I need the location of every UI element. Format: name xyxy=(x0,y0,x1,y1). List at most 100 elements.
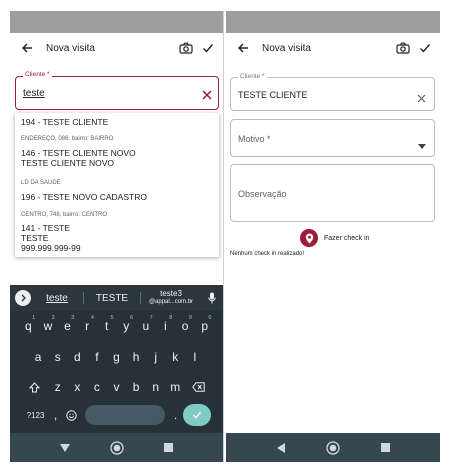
key-h[interactable]: h xyxy=(126,345,146,369)
confirm-button[interactable] xyxy=(197,42,219,54)
key-s[interactable]: s xyxy=(48,345,68,369)
motivo-select[interactable]: Motivo * xyxy=(230,119,435,157)
key-row-3: z x c v b n m xyxy=(10,375,223,399)
key-v[interactable]: v xyxy=(107,375,127,399)
nav-back-icon[interactable] xyxy=(276,442,285,453)
cliente-field[interactable]: Cliente * TESTE CLIENTE xyxy=(230,73,435,111)
key-l[interactable]: l xyxy=(185,345,205,369)
camera-button[interactable] xyxy=(392,42,414,54)
key-char: i xyxy=(164,319,167,333)
page-title: Nova visita xyxy=(262,42,311,54)
nav-back-icon[interactable] xyxy=(60,443,70,452)
shift-icon xyxy=(29,381,41,392)
key-char: r xyxy=(85,319,90,333)
symbols-key[interactable]: ?123 xyxy=(23,403,49,427)
item-title: 196 - TESTE NOVO CADASTRO xyxy=(21,192,147,202)
close-icon xyxy=(202,90,212,100)
item-address: LD DA SAUDE xyxy=(21,180,61,186)
key-c[interactable]: c xyxy=(87,375,107,399)
key-w[interactable]: w2 xyxy=(38,314,58,338)
shift-key[interactable] xyxy=(22,375,48,399)
key-r[interactable]: r4 xyxy=(77,314,97,338)
key-t[interactable]: t5 xyxy=(97,314,117,338)
nav-home-icon[interactable] xyxy=(325,440,340,455)
key-k[interactable]: k xyxy=(165,345,185,369)
key-row-1: q1 w2 e3 r4 t5 y6 u7 i8 o9 p0 xyxy=(10,314,223,338)
clear-button[interactable] xyxy=(202,87,212,105)
comma-key[interactable]: , xyxy=(49,403,63,427)
key-b[interactable]: b xyxy=(126,375,146,399)
system-nav-bar xyxy=(226,433,440,462)
key-char: e xyxy=(64,319,71,333)
key-hint: 8 xyxy=(169,315,173,321)
key-hint: 5 xyxy=(110,315,114,321)
location-pin-icon xyxy=(300,229,318,247)
app-bar: Nova visita xyxy=(10,33,223,63)
camera-icon xyxy=(396,42,410,54)
status-bar xyxy=(10,11,223,33)
mic-icon xyxy=(208,292,216,304)
key-m[interactable]: m xyxy=(165,375,185,399)
backspace-key[interactable] xyxy=(185,375,211,399)
nav-recents-icon[interactable] xyxy=(164,443,173,452)
cliente-input[interactable]: teste xyxy=(23,88,45,99)
key-i[interactable]: i8 xyxy=(156,314,176,338)
back-button[interactable] xyxy=(10,42,44,54)
cliente-field[interactable]: Cliente * teste xyxy=(15,71,219,110)
soft-keyboard: teste TESTE teste3 @appal...com.br q1 w2… xyxy=(10,285,223,433)
list-item[interactable]: LD DA SAUDE 196 - TESTE NOVO CADASTRO xyxy=(21,179,215,202)
no-checkin-message: Nenhum check in realizado! xyxy=(230,251,305,257)
system-nav-bar xyxy=(10,433,223,462)
key-hint: 7 xyxy=(149,315,153,321)
check-icon xyxy=(203,44,214,53)
checkin-label: Fazer check in xyxy=(324,234,370,242)
nav-recents-icon[interactable] xyxy=(380,443,390,452)
confirm-button[interactable] xyxy=(414,42,436,54)
key-hint: 3 xyxy=(71,315,75,321)
key-u[interactable]: u7 xyxy=(136,314,156,338)
key-hint: 2 xyxy=(51,315,55,321)
list-item[interactable]: ENDEREÇO, 086, bairro: BAIRRO 146 - TEST… xyxy=(21,135,215,168)
list-item[interactable]: CENTRO, 748, bairro: CENTRO 141 - TESTE … xyxy=(21,211,215,253)
key-row-4: ?123 , . xyxy=(10,403,223,427)
key-z[interactable]: z xyxy=(48,375,68,399)
suggestion-3[interactable]: teste3 @appal...com.br xyxy=(141,290,201,306)
key-o[interactable]: o9 xyxy=(175,314,195,338)
nav-home-icon[interactable] xyxy=(110,440,124,455)
space-key[interactable] xyxy=(84,405,165,425)
key-g[interactable]: g xyxy=(107,345,127,369)
key-d[interactable]: d xyxy=(68,345,88,369)
item-subtitle: TESTE CLIENTE NOVO xyxy=(21,158,115,168)
camera-button[interactable] xyxy=(175,42,197,54)
left-screen: Nova visita Cliente * teste 194 - TESTE … xyxy=(10,11,224,462)
suggestion-3-detail: @appal...com.br xyxy=(148,299,194,305)
key-e[interactable]: e3 xyxy=(58,314,78,338)
autocomplete-dropdown: 194 - TESTE CLIENTE ENDEREÇO, 086, bairr… xyxy=(15,113,219,257)
clear-button[interactable] xyxy=(417,90,426,108)
key-n[interactable]: n xyxy=(146,375,166,399)
emoji-key[interactable] xyxy=(63,403,81,427)
key-p[interactable]: p0 xyxy=(195,314,215,338)
checkin-button[interactable]: Fazer check in xyxy=(300,229,370,247)
arrow-back-icon xyxy=(22,43,32,53)
voice-input-button[interactable] xyxy=(201,292,223,304)
key-a[interactable]: a xyxy=(28,345,48,369)
suggestion-1[interactable]: teste xyxy=(31,293,83,304)
cliente-label: Cliente * xyxy=(238,73,267,80)
key-f[interactable]: f xyxy=(87,345,107,369)
key-q[interactable]: q1 xyxy=(19,314,39,338)
motivo-placeholder: Motivo * xyxy=(238,134,271,144)
suggestion-2[interactable]: TESTE xyxy=(84,293,140,304)
chevron-right-icon xyxy=(21,294,26,302)
key-char: u xyxy=(142,319,150,333)
back-button[interactable] xyxy=(226,42,260,54)
enter-key[interactable] xyxy=(182,404,211,426)
suggestion-3-word: teste3 xyxy=(160,289,182,298)
list-item[interactable]: 194 - TESTE CLIENTE xyxy=(21,117,215,127)
key-j[interactable]: j xyxy=(146,345,166,369)
period-key[interactable]: . xyxy=(169,403,183,427)
observacao-field[interactable]: Observação xyxy=(230,164,435,222)
expand-suggestions-button[interactable] xyxy=(15,290,31,306)
key-x[interactable]: x xyxy=(68,375,88,399)
key-y[interactable]: y6 xyxy=(117,314,137,338)
